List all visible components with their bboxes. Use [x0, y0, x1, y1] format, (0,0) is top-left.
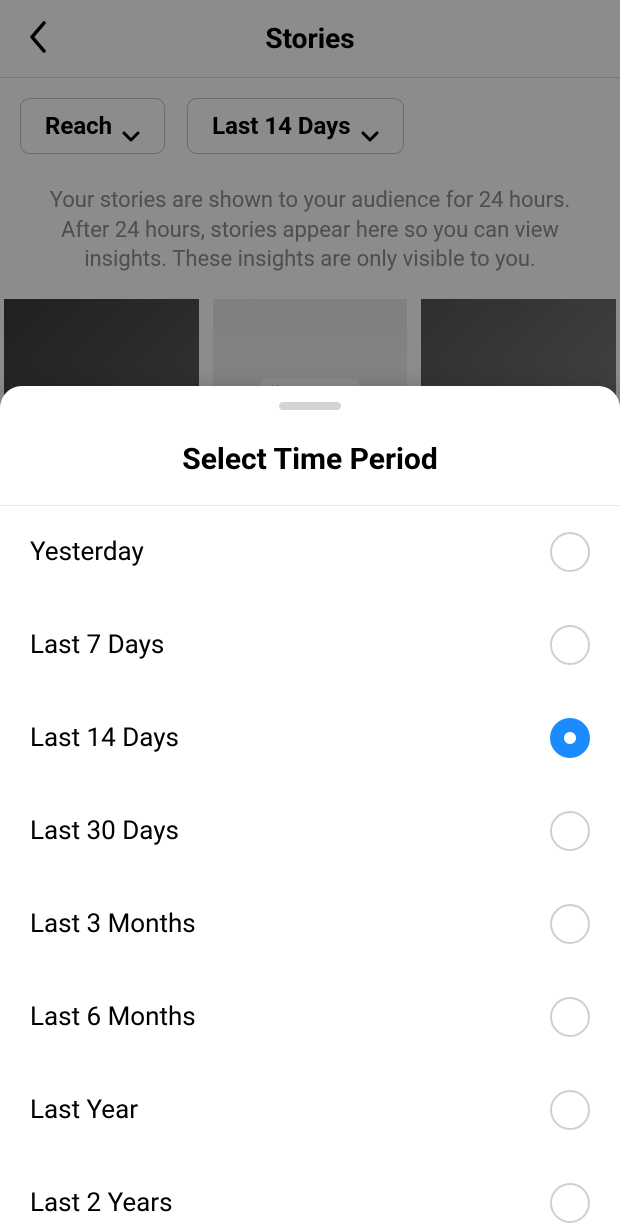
- time-period-option[interactable]: Last 7 Days: [0, 599, 620, 692]
- radio-unselected-icon: [550, 997, 590, 1037]
- radio-unselected-icon: [550, 532, 590, 572]
- time-period-option[interactable]: Last 6 Months: [0, 971, 620, 1064]
- radio-selected-icon: [550, 718, 590, 758]
- option-label: Last 7 Days: [30, 630, 164, 660]
- radio-unselected-icon: [550, 811, 590, 851]
- option-label: Last 14 Days: [30, 723, 179, 753]
- time-period-option[interactable]: Last 30 Days: [0, 785, 620, 878]
- option-label: Last 30 Days: [30, 816, 179, 846]
- option-label: Last 6 Months: [30, 1002, 196, 1032]
- sheet-grabber[interactable]: [279, 402, 341, 410]
- time-period-option[interactable]: Last 14 Days: [0, 692, 620, 785]
- radio-unselected-icon: [550, 1183, 590, 1223]
- time-period-sheet: Select Time Period Yesterday Last 7 Days L…: [0, 386, 620, 1231]
- radio-unselected-icon: [550, 625, 590, 665]
- options-list: Yesterday Last 7 Days Last 14 Days Last 30 …: [0, 506, 620, 1231]
- option-label: Yesterday: [30, 537, 144, 567]
- option-label: Last Year: [30, 1095, 138, 1125]
- time-period-option[interactable]: Yesterday: [0, 506, 620, 599]
- time-period-option[interactable]: Last Year: [0, 1064, 620, 1157]
- radio-unselected-icon: [550, 904, 590, 944]
- time-period-option[interactable]: Last 2 Years: [0, 1157, 620, 1231]
- option-label: Last 3 Months: [30, 909, 196, 939]
- radio-unselected-icon: [550, 1090, 590, 1130]
- sheet-title: Select Time Period: [0, 410, 620, 506]
- option-label: Last 2 Years: [30, 1188, 173, 1218]
- time-period-option[interactable]: Last 3 Months: [0, 878, 620, 971]
